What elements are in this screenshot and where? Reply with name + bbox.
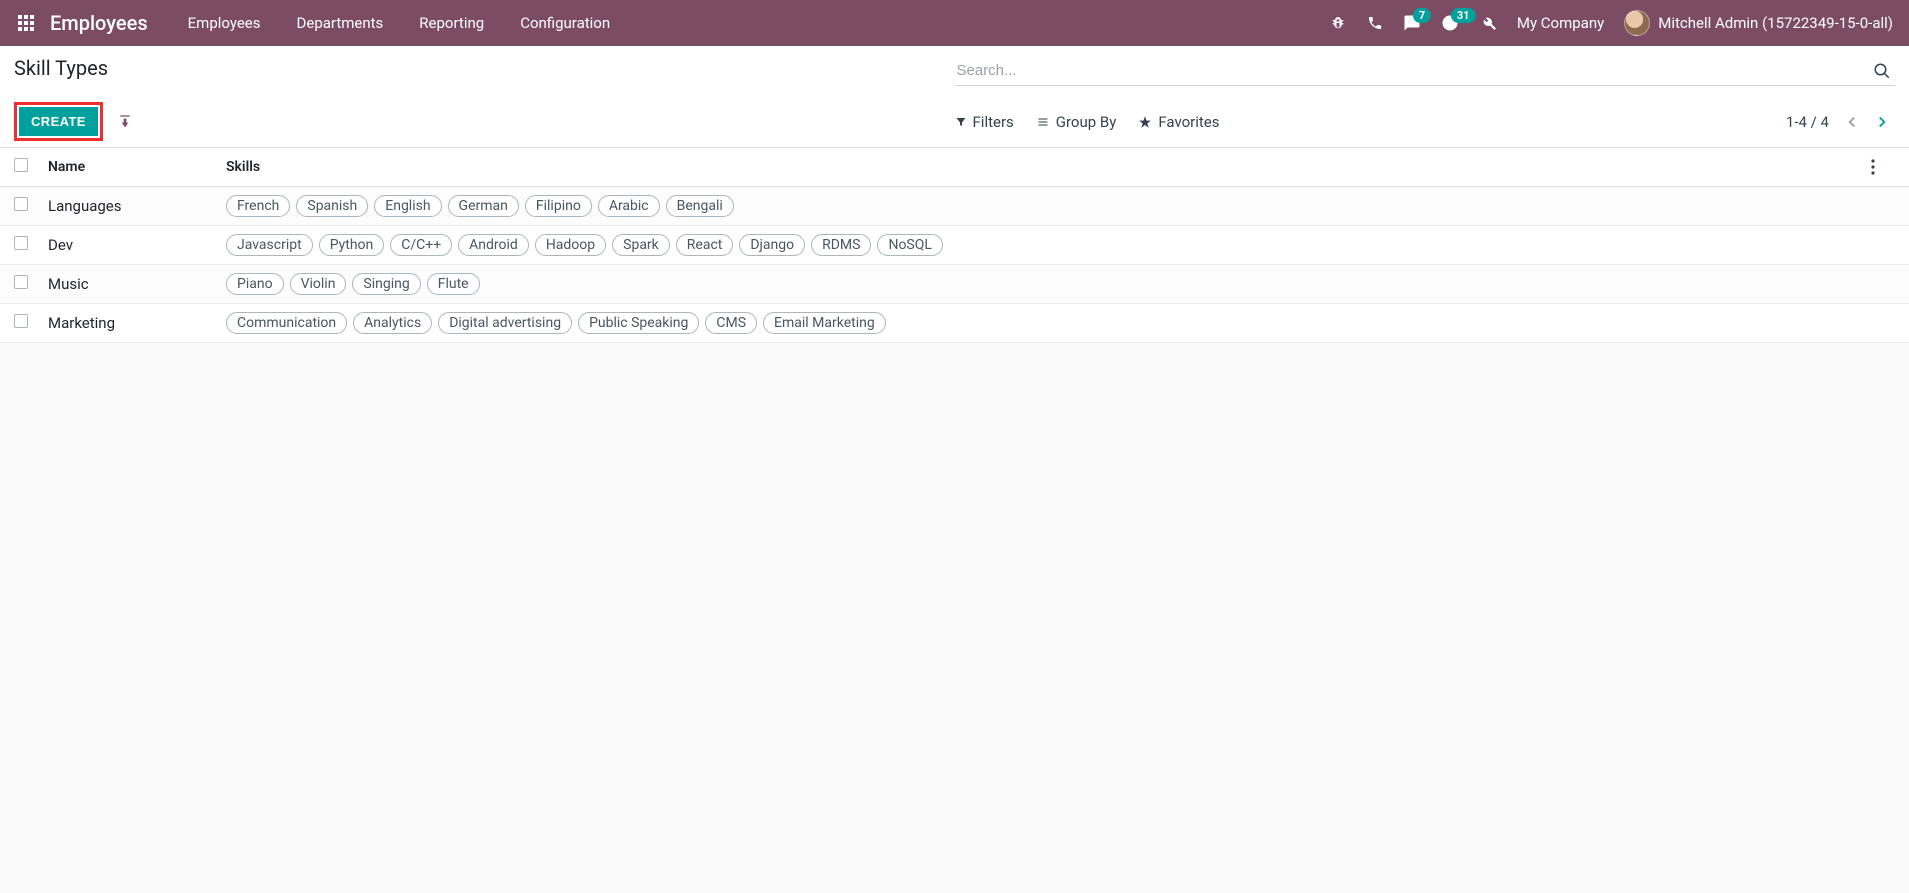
skill-tag: React bbox=[676, 234, 734, 256]
page-title: Skill Types bbox=[14, 56, 955, 80]
search-icon[interactable] bbox=[1869, 58, 1895, 84]
skill-tag: Bengali bbox=[666, 195, 734, 217]
control-panel: Skill Types CREATE Filters bbox=[0, 46, 1909, 148]
skill-tag: Python bbox=[319, 234, 385, 256]
pager-text: 1-4 / 4 bbox=[1786, 113, 1829, 131]
messages-badge: 7 bbox=[1413, 8, 1431, 23]
app-brand[interactable]: Employees bbox=[50, 11, 148, 35]
skill-tag: Analytics bbox=[353, 312, 432, 334]
nav-link-configuration[interactable]: Configuration bbox=[520, 14, 610, 32]
table-row[interactable]: MarketingCommunication Analytics Digital a… bbox=[0, 304, 1909, 343]
row-skills: Communication Analytics Digital advertisin… bbox=[226, 312, 1871, 334]
skill-tag: Piano bbox=[226, 273, 284, 295]
tools-icon[interactable] bbox=[1479, 14, 1497, 32]
columns-menu-icon[interactable] bbox=[1871, 159, 1895, 175]
filters-button[interactable]: Filters bbox=[955, 113, 1014, 131]
pager-next-button[interactable] bbox=[1869, 109, 1895, 135]
skill-tag: English bbox=[374, 195, 441, 217]
table-row[interactable]: LanguagesFrench Spanish English German Filip… bbox=[0, 187, 1909, 226]
skill-tag: CMS bbox=[705, 312, 757, 334]
row-checkbox[interactable] bbox=[14, 197, 28, 211]
skill-tag: NoSQL bbox=[877, 234, 942, 256]
groupby-label: Group By bbox=[1056, 113, 1117, 131]
row-checkbox[interactable] bbox=[14, 236, 28, 250]
table-row[interactable]: MusicPiano ViolinSinging Flute bbox=[0, 265, 1909, 304]
favorites-button[interactable]: Favorites bbox=[1138, 113, 1219, 131]
search-input[interactable] bbox=[955, 56, 1870, 85]
header-skills[interactable]: Skills bbox=[226, 159, 1871, 175]
activities-icon[interactable]: 31 bbox=[1441, 14, 1459, 32]
skill-tag: Communication bbox=[226, 312, 347, 334]
row-name: Languages bbox=[48, 197, 226, 215]
favorites-label: Favorites bbox=[1158, 113, 1219, 131]
skill-tag: RDMS bbox=[811, 234, 871, 256]
row-checkbox[interactable] bbox=[14, 314, 28, 328]
user-menu[interactable]: Mitchell Admin (15722349-15-0-all) bbox=[1624, 10, 1893, 36]
skill-tag: Arabic bbox=[598, 195, 660, 217]
search-options: Filters Group By Favorites bbox=[955, 113, 1220, 131]
apps-icon[interactable] bbox=[16, 13, 36, 33]
skill-tag: C/C++ bbox=[390, 234, 452, 256]
skill-tag: Singing bbox=[352, 273, 420, 295]
skill-tag: Spark bbox=[612, 234, 670, 256]
row-skills: Piano ViolinSinging Flute bbox=[226, 273, 1871, 295]
top-navbar: Employees Employees Departments Reportin… bbox=[0, 0, 1909, 46]
nav-link-departments[interactable]: Departments bbox=[297, 14, 384, 32]
avatar bbox=[1624, 10, 1650, 36]
skill-tag: Public Speaking bbox=[578, 312, 699, 334]
nav-links: Employees Departments Reporting Configur… bbox=[188, 14, 610, 32]
select-all-checkbox[interactable] bbox=[14, 158, 28, 172]
activities-badge: 31 bbox=[1451, 8, 1476, 23]
skill-tag: Filipino bbox=[525, 195, 592, 217]
row-checkbox[interactable] bbox=[14, 275, 28, 289]
skill-tag: Email Marketing bbox=[763, 312, 886, 334]
row-name: Marketing bbox=[48, 314, 226, 332]
table-row[interactable]: DevJavascript PythonC/C++ Android Hadoop Spa… bbox=[0, 226, 1909, 265]
skill-tag: Hadoop bbox=[535, 234, 606, 256]
export-button[interactable] bbox=[113, 110, 137, 134]
create-button-highlight: CREATE bbox=[14, 102, 103, 141]
skill-tag: Spanish bbox=[296, 195, 368, 217]
row-name: Dev bbox=[48, 236, 226, 254]
skill-tag: French bbox=[226, 195, 290, 217]
user-name: Mitchell Admin (15722349-15-0-all) bbox=[1658, 14, 1893, 32]
skill-tag: Javascript bbox=[226, 234, 313, 256]
company-selector[interactable]: My Company bbox=[1517, 14, 1604, 32]
skill-tag: German bbox=[448, 195, 519, 217]
filters-label: Filters bbox=[973, 113, 1014, 131]
nav-link-reporting[interactable]: Reporting bbox=[419, 14, 484, 32]
systray: 7 31 My Company Mitchell Admin (15722349… bbox=[1329, 10, 1893, 36]
pager: 1-4 / 4 bbox=[1786, 109, 1895, 135]
row-skills: Javascript PythonC/C++ Android Hadoop Spark R… bbox=[226, 234, 1871, 256]
nav-link-employees[interactable]: Employees bbox=[188, 14, 261, 32]
groupby-button[interactable]: Group By bbox=[1036, 113, 1117, 131]
debug-icon[interactable] bbox=[1329, 14, 1347, 32]
skill-tag: Flute bbox=[427, 273, 480, 295]
messages-icon[interactable]: 7 bbox=[1403, 14, 1421, 32]
skill-tag: Violin bbox=[290, 273, 347, 295]
skill-tag: Android bbox=[458, 234, 529, 256]
row-name: Music bbox=[48, 275, 226, 293]
table-header: Name Skills bbox=[0, 148, 1909, 187]
search-bar bbox=[955, 56, 1896, 86]
list-view: Name Skills LanguagesFrench Spanish Englis… bbox=[0, 148, 1909, 343]
pager-prev-button[interactable] bbox=[1839, 109, 1865, 135]
skill-tag: Digital advertising bbox=[438, 312, 572, 334]
row-skills: French Spanish English German Filipino Arabic… bbox=[226, 195, 1871, 217]
create-button[interactable]: CREATE bbox=[19, 107, 98, 136]
skill-tag: Django bbox=[739, 234, 805, 256]
phone-icon[interactable] bbox=[1367, 15, 1383, 31]
header-name[interactable]: Name bbox=[48, 159, 226, 175]
